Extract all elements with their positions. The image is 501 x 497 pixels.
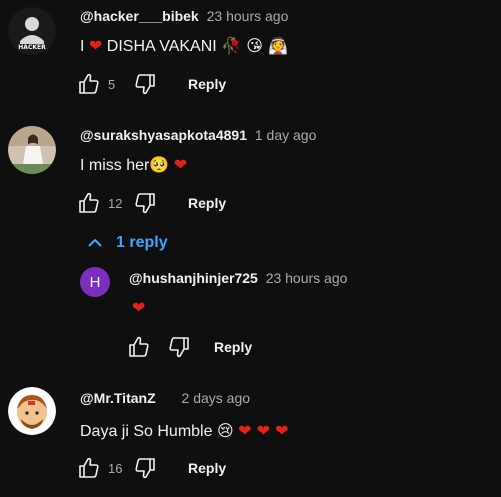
emoji-group: 🥀 😘 👰 [221, 36, 288, 55]
text-main: DISHA VAKANI [106, 38, 217, 55]
thumbs-up-icon [79, 457, 99, 478]
avatar-letter: H [89, 273, 101, 291]
thumbs-down-icon [169, 337, 189, 358]
emoji-group: 😢 [216, 421, 234, 440]
heart-emoji: ❤ [173, 155, 188, 174]
cartoon-avatar-icon [8, 387, 56, 435]
dislike-button[interactable] [132, 455, 158, 481]
text-main: I miss her [80, 157, 150, 174]
author-name[interactable]: @hushanjhinjer725 [129, 270, 258, 286]
svg-text:HACKER: HACKER [18, 44, 46, 51]
comment-time[interactable]: 23 hours ago [266, 270, 348, 286]
comment-text: I miss her🥺 ❤ [80, 155, 187, 175]
comment-actions: 12 Reply [76, 188, 226, 218]
dislike-button[interactable] [132, 190, 158, 216]
like-button[interactable] [76, 190, 102, 216]
comment-time[interactable]: 1 day ago [255, 127, 317, 143]
comment-actions: 5 Reply [76, 69, 226, 99]
dislike-button[interactable] [166, 334, 192, 360]
comment-text: Daya ji So Humble 😢 ❤ ❤ ❤ [80, 421, 288, 441]
avatar[interactable] [8, 126, 56, 174]
comment-header: @surakshyasapkota4891 1 day ago [80, 127, 316, 143]
like-count: 12 [108, 195, 123, 211]
hacker-avatar-icon: HACKER [8, 7, 56, 55]
thumbs-up-icon [79, 192, 99, 213]
chevron-up-icon [88, 238, 102, 247]
comment-text: I ❤ DISHA VAKANI 🥀 😘 👰 [80, 36, 288, 56]
replies-toggle-label: 1 reply [116, 234, 168, 251]
text-main: Daya ji So Humble [80, 423, 213, 440]
author-name[interactable]: @Mr.TitanZ [80, 390, 156, 406]
like-button[interactable] [76, 71, 102, 97]
reply-button[interactable]: Reply [188, 76, 226, 92]
thumbs-up-icon [79, 73, 99, 94]
thumbs-down-icon [135, 74, 155, 95]
reply-button[interactable]: Reply [188, 195, 226, 211]
comment-header: @hushanjhinjer725 23 hours ago [129, 270, 347, 286]
reply-button[interactable]: Reply [214, 339, 252, 355]
like-button[interactable] [76, 455, 102, 481]
author-name[interactable]: @hacker___bibek [80, 8, 199, 24]
comment-time[interactable]: 23 hours ago [207, 8, 289, 24]
author-name[interactable]: @surakshyasapkota4891 [80, 127, 247, 143]
dislike-button[interactable] [132, 71, 158, 97]
person-avatar-icon [8, 126, 56, 174]
comment-header: @hacker___bibek 23 hours ago [80, 8, 288, 24]
replies-toggle-button[interactable]: 1 reply [86, 234, 168, 252]
comment-text: ❤ [132, 298, 145, 318]
avatar[interactable] [8, 387, 56, 435]
comment-header: @Mr.TitanZ 2 days ago [80, 390, 250, 406]
reply-button[interactable]: Reply [188, 460, 226, 476]
like-count: 16 [108, 460, 123, 476]
thumbs-down-icon [135, 458, 155, 479]
heart-emoji: ❤ [88, 36, 103, 55]
emoji-group: 🥺 [149, 155, 170, 174]
thumbs-down-icon [135, 193, 155, 214]
avatar[interactable]: HACKER [8, 7, 56, 55]
text-prefix: I [80, 38, 85, 55]
heart-emoji: ❤ [132, 298, 146, 317]
comment-actions: Reply [126, 332, 252, 362]
like-count: 5 [108, 76, 116, 92]
comment-time[interactable]: 2 days ago [182, 390, 251, 406]
thumbs-up-icon [129, 336, 149, 357]
heart-emoji-group: ❤ ❤ ❤ [238, 421, 289, 440]
avatar[interactable]: H [80, 267, 110, 297]
like-button[interactable] [126, 334, 152, 360]
comment-actions: 16 Reply [76, 453, 226, 483]
